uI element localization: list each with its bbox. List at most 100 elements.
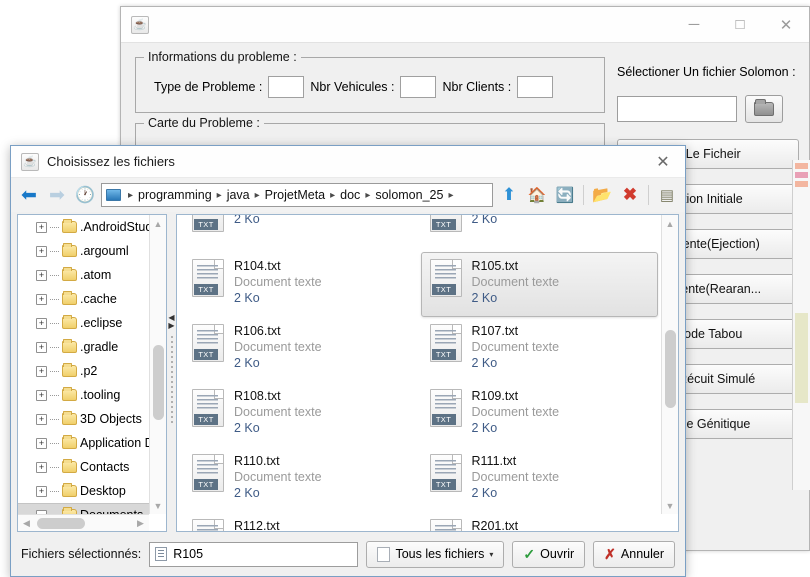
folder-icon (62, 267, 77, 281)
expander-icon[interactable]: + (36, 389, 47, 401)
file-type: Document texte (234, 275, 322, 289)
nbr-vehicules-input[interactable] (400, 76, 437, 98)
back-arrow-icon[interactable]: ⬅ (17, 183, 41, 207)
breadcrumb[interactable]: ▸ programming ▸ java ▸ ProjetMeta ▸ doc … (101, 183, 493, 207)
maximize-button[interactable]: □ (717, 7, 763, 42)
tree-item-argouml[interactable]: + .argouml (18, 239, 149, 263)
doc-lines (434, 525, 456, 531)
file-item[interactable]: TXT R106.txt Document texte 2 Ko (183, 317, 421, 382)
doc-lines (434, 330, 456, 346)
txt-file-icon: TXT (192, 259, 224, 297)
nbr-clients-input[interactable] (517, 76, 554, 98)
tree-item-contacts[interactable]: + Contacts (18, 455, 149, 479)
delete-icon[interactable]: ✖ (618, 183, 642, 207)
tree-item-application-data[interactable]: + Application D (18, 431, 149, 455)
open-button[interactable]: ✓ Ouvrir (512, 540, 586, 568)
dialog-close-button[interactable]: ✕ (641, 146, 685, 177)
file-type-tag: TXT (431, 219, 456, 230)
minimize-button[interactable]: ─ (671, 7, 717, 42)
scrollbar-thumb[interactable] (153, 345, 164, 420)
file-type-tag: TXT (194, 219, 218, 230)
file-item[interactable]: TXT R112.txt Document texte 2 Ko (183, 512, 421, 531)
file-item-selected[interactable]: TXT R105.txt Document texte 2 Ko (420, 252, 658, 317)
type-probleme-input[interactable] (268, 76, 305, 98)
file-item[interactable]: TXT R201.txt Document texte 2 Ko (421, 512, 659, 531)
expander-icon[interactable]: + (36, 437, 47, 449)
breadcrumb-item-java[interactable]: java (226, 188, 251, 202)
file-item[interactable]: TXT R104.txt Document texte 2 Ko (183, 252, 421, 317)
recent-history-icon[interactable]: 🕐 (73, 183, 97, 207)
up-folder-icon[interactable]: ⬆ (497, 183, 521, 207)
refresh-icon[interactable]: 🔄 (553, 183, 577, 207)
file-item[interactable]: TXT Document texte 2 Ko (183, 215, 421, 252)
expander-icon[interactable]: + (36, 485, 47, 497)
breadcrumb-item-programming[interactable]: programming (137, 188, 213, 202)
scroll-down-icon[interactable]: ▼ (662, 497, 678, 514)
file-item[interactable]: TXT R109.txt Document texte 2 Ko (421, 382, 659, 447)
breadcrumb-item-solomon25[interactable]: solomon_25 (374, 188, 444, 202)
dialog-title: Choisissez les fichiers (47, 154, 175, 169)
file-item[interactable]: TXT R111.txt Document texte 2 Ko (421, 447, 659, 512)
close-button[interactable]: ✕ (763, 7, 809, 42)
breadcrumb-item-projetmeta[interactable]: ProjetMeta (264, 188, 326, 202)
tree-item-cache[interactable]: + .cache (18, 287, 149, 311)
file-size: 2 Ko (471, 421, 498, 435)
scroll-up-icon[interactable]: ▲ (150, 215, 166, 232)
tree-item-tooling[interactable]: + .tooling (18, 383, 149, 407)
new-folder-icon[interactable]: 📂 (590, 183, 614, 207)
expander-icon[interactable]: + (36, 293, 47, 305)
scrollbar-thumb[interactable] (37, 517, 85, 529)
view-details-icon[interactable]: ▤ (655, 183, 679, 207)
forward-arrow-icon[interactable]: ➡ (45, 183, 69, 207)
pane-splitter[interactable]: ◀ ▶ (167, 214, 176, 532)
file-item[interactable]: TXT R110.txt Document texte 2 Ko (183, 447, 421, 512)
file-grid: TXT Document texte 2 Ko TXT (177, 215, 660, 531)
file-list-vertical-scrollbar[interactable]: ▲ ▼ (661, 215, 678, 514)
tree-item-gradle[interactable]: + .gradle (18, 335, 149, 359)
tree-vertical-scrollbar[interactable]: ▲ ▼ (149, 215, 166, 514)
expander-icon[interactable]: + (36, 245, 47, 257)
expander-icon[interactable]: + (36, 341, 47, 353)
tree-horizontal-scrollbar[interactable]: ◀ ▶ (18, 514, 149, 531)
tree-item-3d-objects[interactable]: + 3D Objects (18, 407, 149, 431)
tree-item-eclipse[interactable]: + .eclipse (18, 311, 149, 335)
tree-item-desktop[interactable]: + Desktop (18, 479, 149, 503)
tree-item-p2[interactable]: + .p2 (18, 359, 149, 383)
browse-folder-button[interactable] (745, 95, 783, 123)
scroll-left-icon[interactable]: ◀ (18, 518, 35, 529)
tree-connector (50, 418, 59, 420)
home-icon[interactable]: 🏠 (525, 183, 549, 207)
expander-icon[interactable]: + (36, 269, 47, 281)
file-meta: R112.txt Document texte 2 Ko (234, 519, 322, 531)
expander-icon[interactable]: + (36, 365, 47, 377)
expander-icon[interactable]: + (36, 461, 47, 473)
scroll-right-icon[interactable]: ▶ (132, 518, 149, 529)
file-item[interactable]: TXT R108.txt Document texte 2 Ko (183, 382, 421, 447)
expander-icon[interactable]: + (36, 221, 47, 233)
file-item[interactable]: TXT Document texte 2 Ko (421, 215, 659, 252)
file-type-tag: TXT (194, 349, 218, 360)
tree-item-atom[interactable]: + .atom (18, 263, 149, 287)
cancel-button[interactable]: ✗ Annuler (593, 540, 675, 568)
tree-connector (50, 226, 59, 228)
scrollbar-thumb[interactable] (665, 330, 676, 408)
selected-files-input[interactable]: R105 (149, 541, 359, 567)
tree-connector (50, 394, 59, 396)
file-item[interactable]: TXT R107.txt Document texte 2 Ko (421, 317, 659, 382)
tree-item-documents[interactable]: − Documents (18, 503, 149, 514)
txt-file-icon: TXT (429, 259, 462, 297)
splitter-grip (170, 336, 173, 426)
file-name: R105.txt (471, 259, 519, 273)
solomon-file-input[interactable] (617, 96, 737, 122)
tree-item-androidstudio[interactable]: + .AndroidStud (18, 215, 149, 239)
splitter-collapse-right-icon[interactable]: ▶ (168, 322, 174, 330)
folder-icon (62, 339, 77, 353)
folder-tree-list: + .AndroidStud + .argouml + .atom + .cac… (18, 215, 149, 514)
expander-icon[interactable]: + (36, 317, 47, 329)
scroll-down-icon[interactable]: ▼ (150, 497, 166, 514)
expander-icon[interactable]: + (36, 413, 47, 425)
breadcrumb-item-doc[interactable]: doc (339, 188, 361, 202)
breadcrumb-separator: ▸ (330, 189, 336, 201)
file-filter-dropdown[interactable]: Tous les fichiers ▾ (366, 540, 505, 568)
scroll-up-icon[interactable]: ▲ (662, 215, 678, 232)
